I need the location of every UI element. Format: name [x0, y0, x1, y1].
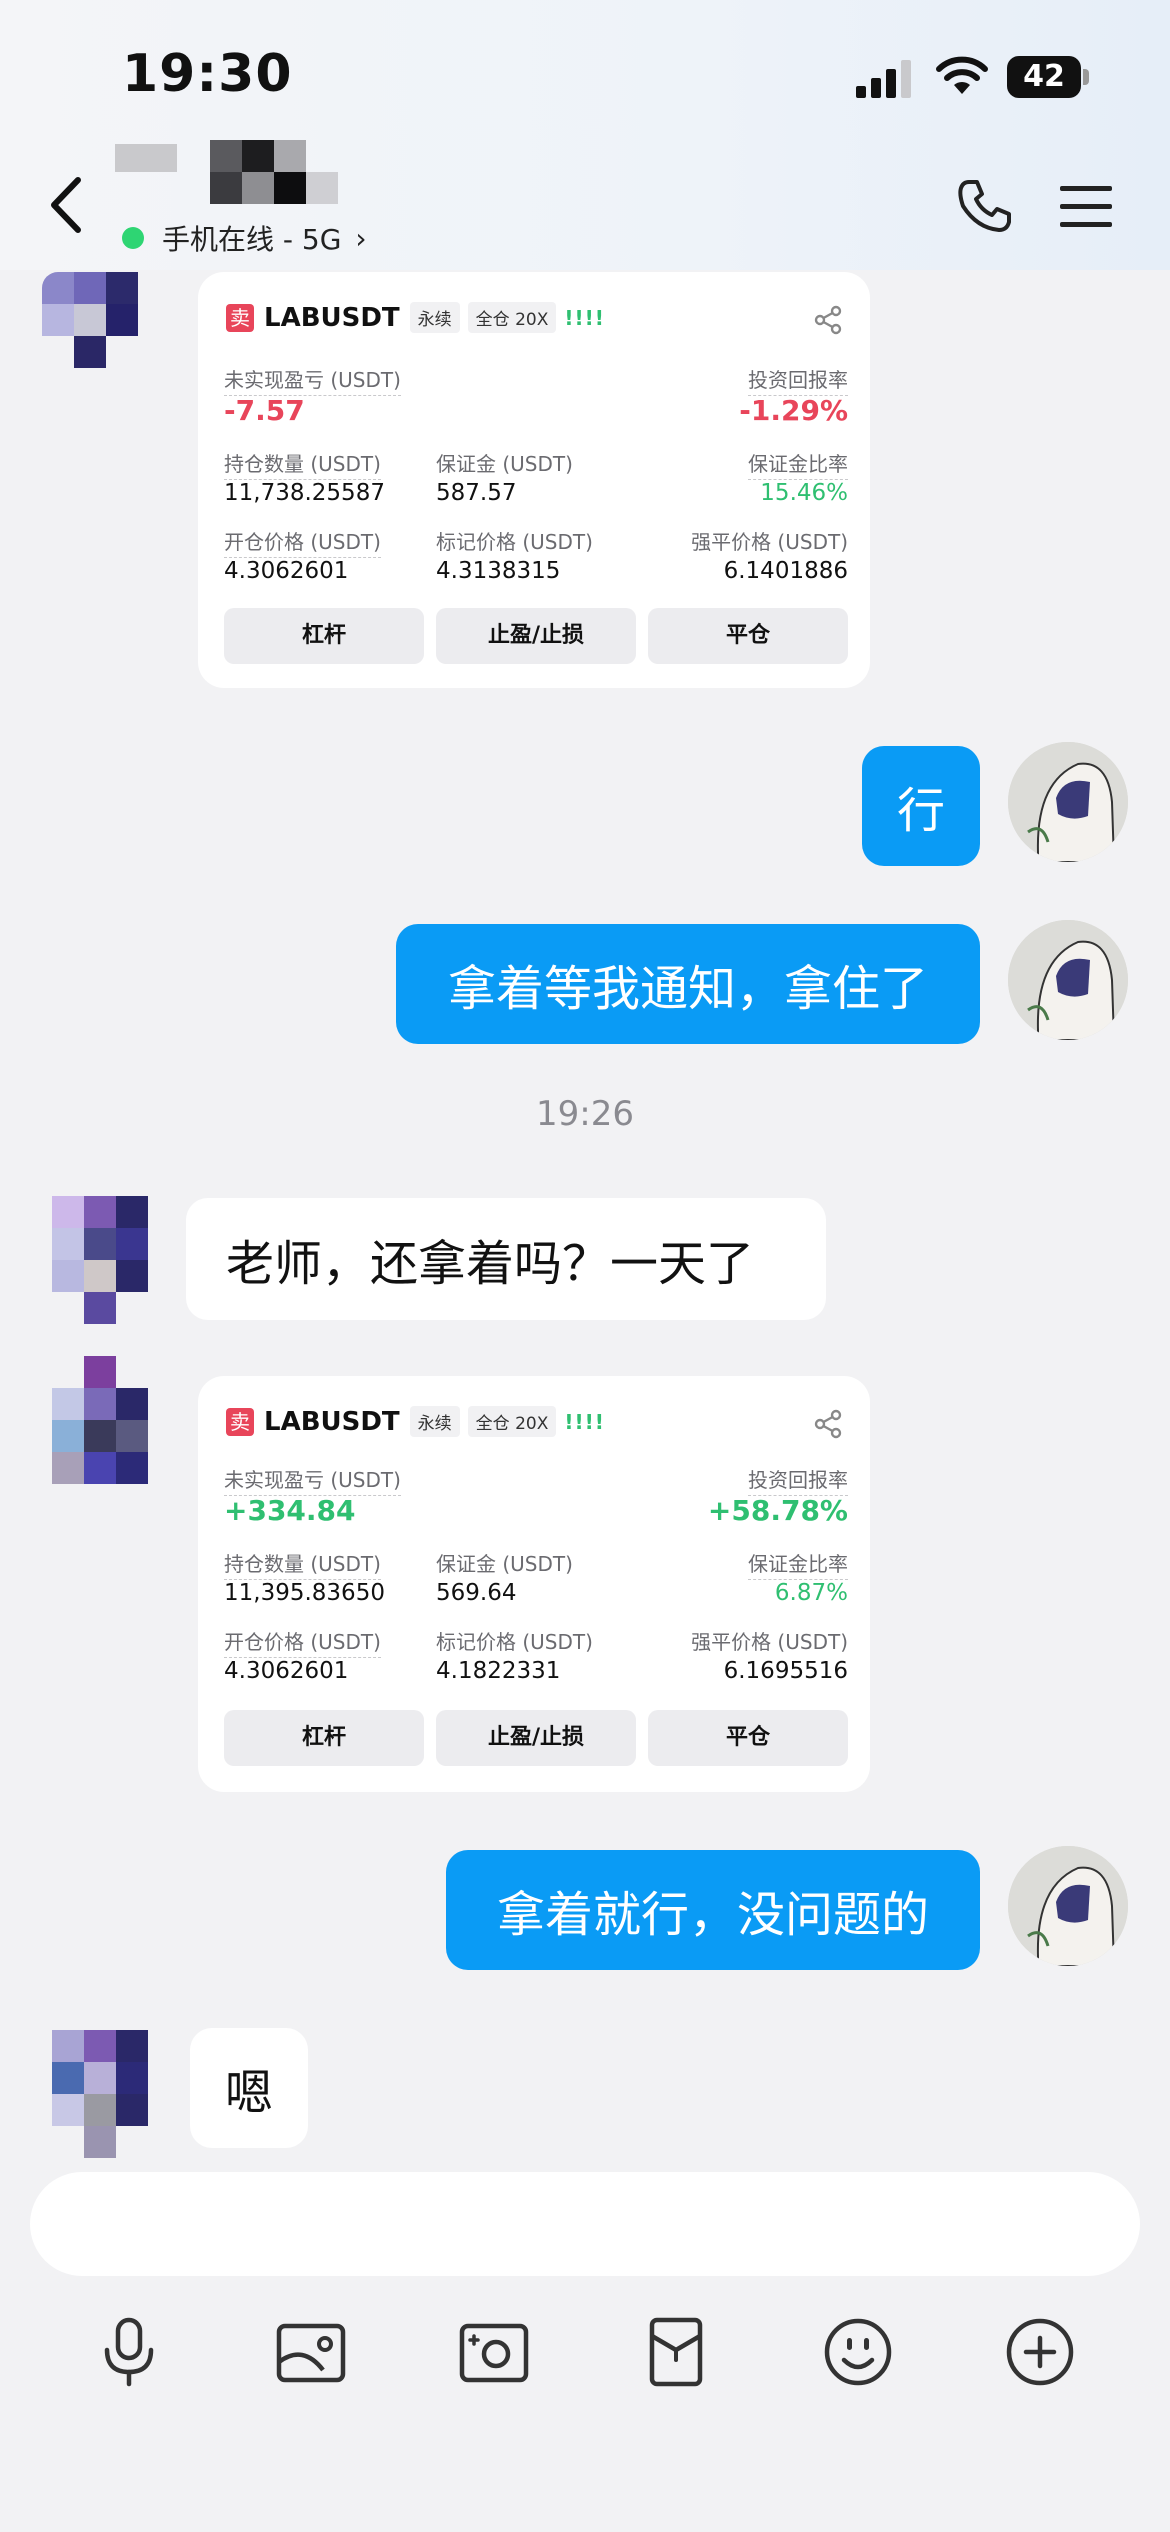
open-price-value: 4.3062601 [224, 558, 349, 584]
message-text: 行 [896, 783, 945, 839]
online-dot-icon [122, 227, 144, 249]
margin-mode-chip: 全仓 20X [467, 1406, 557, 1437]
my-avatar[interactable] [1008, 920, 1128, 1040]
contact-name-pixelated [115, 140, 345, 206]
mark-price-label: 标记价格 (USDT) [436, 1630, 593, 1654]
qty-value: 11,738.25587 [224, 480, 385, 506]
close-position-button[interactable]: 平仓 [648, 608, 848, 664]
message-text: 拿着等我通知，拿住了 [447, 961, 928, 1017]
image-icon[interactable] [273, 2314, 349, 2390]
roi-label: 投资回报率 [748, 1464, 848, 1496]
chat-toolbar [0, 2290, 1170, 2410]
online-status-text: 手机在线 - 5G [162, 223, 342, 256]
pnl-value: +334.84 [224, 1494, 356, 1527]
margin-value: 569.64 [436, 1580, 517, 1606]
mark-price-label: 标记价格 (USDT) [436, 530, 593, 554]
my-message-bubble[interactable]: 拿着等我通知，拿住了 [396, 924, 980, 1044]
pnl-label: 未实现盈亏 (USDT) [224, 1464, 401, 1496]
position-card[interactable]: 卖 LABUSDT 永续 全仓 20X !!!! 未实现盈亏 (USDT) +3… [198, 1376, 870, 1792]
liq-price-value: 6.1695516 [723, 1658, 848, 1684]
mark-price-value: 4.3138315 [436, 558, 561, 584]
liq-price-label: 强平价格 (USDT) [691, 530, 848, 554]
contact-avatar[interactable] [52, 2030, 152, 2160]
wifi-icon [936, 56, 988, 94]
status-bar: 19:30 42 [0, 0, 1170, 140]
margin-value: 587.57 [436, 480, 517, 506]
tp-sl-button[interactable]: 止盈/止损 [436, 608, 636, 664]
status-time: 19:30 [122, 44, 293, 104]
avatar-illustration-icon [1008, 1846, 1128, 1966]
avatar-illustration-icon [1008, 920, 1128, 1040]
pnl-value: -7.57 [224, 394, 305, 427]
camera-icon[interactable] [456, 2314, 532, 2390]
symbol: LABUSDT [264, 1406, 400, 1437]
chat-header: 手机在线 - 5G › [0, 140, 1170, 270]
online-status[interactable]: 手机在线 - 5G › [122, 218, 367, 258]
qty-label: 持仓数量 (USDT) [224, 448, 381, 480]
margin-mode-chip: 全仓 20X [467, 302, 557, 333]
microphone-icon[interactable] [91, 2314, 167, 2390]
phone-call-icon[interactable] [955, 176, 1015, 236]
roi-value: +58.78% [707, 1494, 848, 1527]
sell-tag: 卖 [226, 1407, 254, 1436]
margin-ratio-value: 6.87% [774, 1580, 848, 1606]
menu-icon[interactable] [1058, 182, 1114, 232]
roi-label: 投资回报率 [748, 364, 848, 396]
back-button[interactable] [42, 172, 92, 238]
pnl-label: 未实现盈亏 (USDT) [224, 364, 401, 396]
contract-type-chip: 永续 [409, 302, 460, 333]
adl-indicator: !!!! [564, 1409, 605, 1434]
share-icon[interactable] [812, 1408, 844, 1440]
close-position-button[interactable]: 平仓 [648, 1710, 848, 1766]
sell-tag: 卖 [226, 303, 254, 332]
avatar-illustration-icon [1008, 742, 1128, 862]
open-price-label: 开仓价格 (USDT) [224, 1626, 381, 1658]
qty-value: 11,395.83650 [224, 1580, 385, 1606]
red-packet-icon[interactable] [638, 2314, 714, 2390]
my-message-bubble[interactable]: 行 [862, 746, 980, 866]
plus-icon[interactable] [1002, 2314, 1078, 2390]
share-icon[interactable] [812, 304, 844, 336]
contact-avatar[interactable] [42, 272, 142, 402]
qty-label: 持仓数量 (USDT) [224, 1548, 381, 1580]
margin-ratio-label: 保证金比率 [748, 1548, 848, 1580]
contract-type-chip: 永续 [409, 1406, 460, 1437]
margin-ratio-label: 保证金比率 [748, 448, 848, 480]
liq-price-label: 强平价格 (USDT) [691, 1630, 848, 1654]
message-text: 嗯 [224, 2065, 273, 2121]
adl-indicator: !!!! [564, 305, 605, 330]
my-message-bubble[interactable]: 拿着就行，没问题的 [446, 1850, 980, 1970]
contact-avatar[interactable] [52, 1196, 152, 1326]
emoji-icon[interactable] [820, 2314, 896, 2390]
mark-price-value: 4.1822331 [436, 1658, 561, 1684]
battery-icon: 42 [1007, 56, 1089, 98]
contact-avatar[interactable] [52, 1356, 152, 1486]
message-text: 拿着就行，没问题的 [496, 1887, 929, 1943]
chevron-right-icon: › [355, 221, 367, 255]
battery-level: 42 [1007, 56, 1081, 98]
liq-price-value: 6.1401886 [723, 558, 848, 584]
open-price-value: 4.3062601 [224, 1658, 349, 1684]
roi-value: -1.29% [739, 394, 848, 427]
open-price-label: 开仓价格 (USDT) [224, 526, 381, 558]
message-timestamp: 19:26 [536, 1094, 634, 1134]
message-input[interactable] [30, 2172, 1140, 2276]
position-card[interactable]: 卖 LABUSDT 永续 全仓 20X !!!! 未实现盈亏 (USDT) -7… [198, 272, 870, 688]
message-text: 老师，还拿着吗？一天了 [226, 1236, 755, 1292]
margin-ratio-value: 15.46% [760, 480, 848, 506]
cellular-signal-icon [856, 60, 911, 98]
leverage-button[interactable]: 杠杆 [224, 608, 424, 664]
contact-message-bubble[interactable]: 嗯 [190, 2028, 308, 2148]
my-avatar[interactable] [1008, 1846, 1128, 1966]
margin-label: 保证金 (USDT) [436, 452, 573, 476]
tp-sl-button[interactable]: 止盈/止损 [436, 1710, 636, 1766]
leverage-button[interactable]: 杠杆 [224, 1710, 424, 1766]
contact-message-bubble[interactable]: 老师，还拿着吗？一天了 [186, 1198, 826, 1320]
margin-label: 保证金 (USDT) [436, 1552, 573, 1576]
my-avatar[interactable] [1008, 742, 1128, 862]
symbol: LABUSDT [264, 302, 400, 333]
